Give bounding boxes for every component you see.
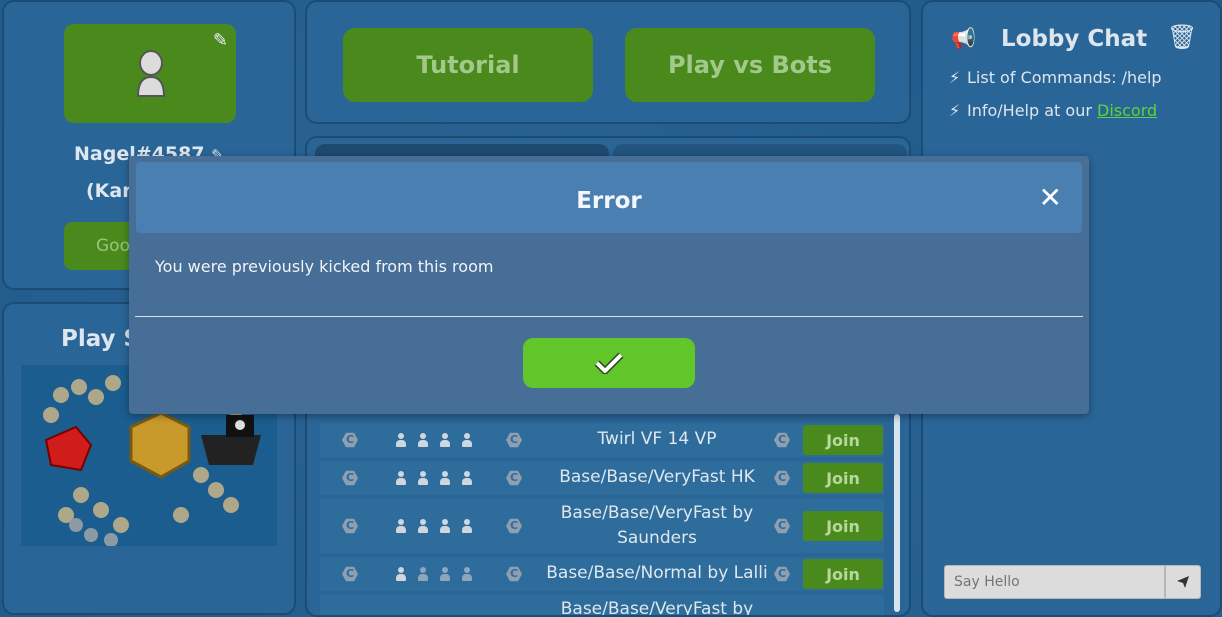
player-icon — [440, 433, 450, 447]
player-icon — [418, 433, 428, 447]
chat-message: ⚡ Info/Help at our Discord — [949, 101, 1158, 120]
room-list: C C Twirl VF 14 VP C Join C C Base/Base/… — [320, 423, 884, 617]
expansion-icon: C — [774, 432, 790, 448]
lightning-icon: ⚡ — [949, 101, 961, 120]
megaphone-icon[interactable]: 📢 — [951, 26, 976, 50]
player-icon — [396, 471, 406, 485]
join-button[interactable]: Join — [803, 511, 883, 541]
expansion-icon: C — [342, 432, 358, 448]
checkmark-icon — [594, 352, 624, 374]
avatar[interactable]: ✎ — [64, 24, 236, 123]
send-button[interactable] — [1165, 565, 1201, 599]
empty-seat-icon — [418, 567, 428, 581]
room-row: C C Base/Base/VeryFast by Saunders C Joi… — [320, 499, 884, 553]
expansion-icon: C — [506, 566, 522, 582]
player-icon — [440, 519, 450, 533]
room-row: Base/Base/VeryFast by — [320, 595, 884, 615]
discord-link[interactable]: Discord — [1097, 101, 1157, 120]
join-button[interactable]: Join — [803, 559, 883, 589]
player-icon — [462, 471, 472, 485]
confirm-button[interactable] — [523, 338, 695, 388]
join-button[interactable]: Join — [803, 463, 883, 493]
player-seats — [396, 519, 472, 533]
lightning-icon: ⚡ — [949, 68, 961, 87]
close-icon[interactable]: ✕ — [1039, 184, 1062, 212]
expansion-icon: C — [506, 518, 522, 534]
expansion-icon: C — [506, 432, 522, 448]
user-avatar-icon — [136, 50, 166, 97]
expansion-icon: C — [342, 566, 358, 582]
room-row: C C Base/Base/Normal by Lalli C Join — [320, 557, 884, 591]
room-name: Base/Base/VeryFast by — [560, 599, 754, 615]
expansion-icon: C — [506, 470, 522, 486]
player-icon — [396, 433, 406, 447]
play-vs-bots-button[interactable]: Play vs Bots — [625, 28, 875, 102]
expansion-icon: C — [342, 518, 358, 534]
trash-icon[interactable]: 🗑 — [1167, 23, 1197, 51]
join-button[interactable]: Join — [803, 425, 883, 455]
modal-title: Error — [576, 188, 642, 214]
player-icon — [462, 519, 472, 533]
chat-message: ⚡ List of Commands: /help — [949, 68, 1162, 87]
send-icon — [1177, 576, 1189, 588]
modal-header: Error ✕ — [136, 162, 1082, 233]
error-modal: Error ✕ You were previously kicked from … — [129, 156, 1089, 414]
chat-input[interactable] — [944, 565, 1165, 599]
top-buttons-panel: Tutorial Play vs Bots — [305, 0, 911, 124]
modal-message: You were previously kicked from this roo… — [155, 257, 494, 276]
expansion-icon: C — [774, 518, 790, 534]
empty-seat-icon — [440, 567, 450, 581]
expansion-icon: C — [342, 470, 358, 486]
chat-title: Lobby Chat — [1001, 26, 1148, 52]
player-icon — [418, 471, 428, 485]
expansion-icon: C — [774, 470, 790, 486]
room-row: C C Base/Base/VeryFast HK C Join — [320, 461, 884, 495]
room-row: C C Twirl VF 14 VP C Join — [320, 423, 884, 457]
player-icon — [440, 471, 450, 485]
player-seats — [396, 471, 472, 485]
room-name: Twirl VF 14 VP — [597, 429, 717, 449]
player-icon — [396, 567, 406, 581]
player-seats — [396, 567, 472, 581]
tutorial-button[interactable]: Tutorial — [343, 28, 593, 102]
room-list-scrollbar[interactable] — [894, 414, 900, 612]
room-name: Base/Base/Normal by Lalli — [546, 563, 768, 583]
player-icon — [462, 433, 472, 447]
player-seats — [396, 433, 472, 447]
player-icon — [418, 519, 428, 533]
modal-divider — [135, 316, 1083, 317]
room-name: Base/Base/VeryFast by Saunders — [560, 503, 754, 548]
expansion-icon: C — [774, 566, 790, 582]
player-icon — [396, 519, 406, 533]
empty-seat-icon — [462, 567, 472, 581]
room-name: Base/Base/VeryFast HK — [559, 467, 755, 487]
edit-avatar-icon[interactable]: ✎ — [213, 30, 228, 51]
